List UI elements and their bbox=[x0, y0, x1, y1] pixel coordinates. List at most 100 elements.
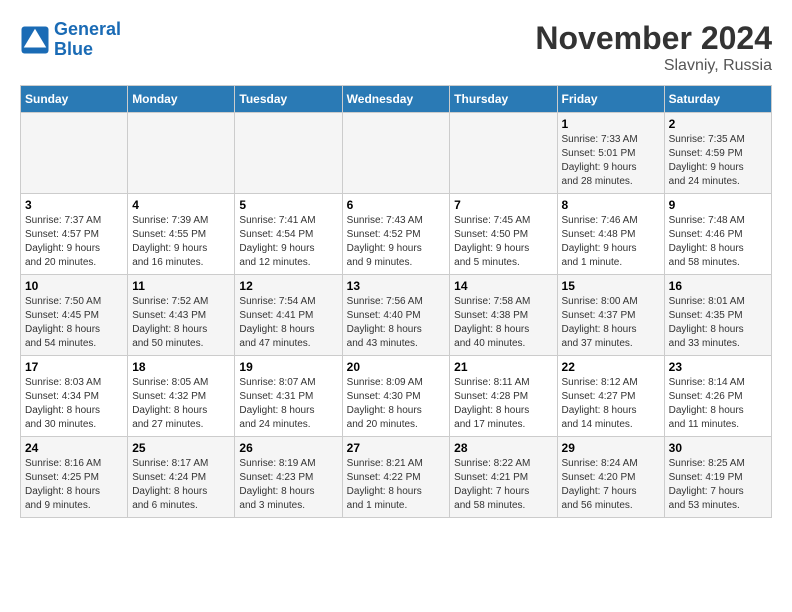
day-number: 3 bbox=[25, 198, 123, 212]
day-info: Sunrise: 7:39 AM Sunset: 4:55 PM Dayligh… bbox=[132, 214, 230, 270]
day-info: Sunrise: 7:45 AM Sunset: 4:50 PM Dayligh… bbox=[454, 214, 552, 270]
title-block: November 2024 Slavniy, Russia bbox=[535, 20, 772, 75]
calendar-cell: 11 Sunrise: 7:52 AM Sunset: 4:43 PM Dayli… bbox=[128, 275, 235, 356]
logo: General Blue bbox=[20, 20, 121, 60]
day-info: Sunrise: 8:01 AM Sunset: 4:35 PM Dayligh… bbox=[669, 295, 767, 351]
calendar-header: SundayMondayTuesdayWednesdayThursdayFrid… bbox=[21, 86, 772, 113]
calendar-cell: 21 Sunrise: 8:11 AM Sunset: 4:28 PM Dayli… bbox=[450, 356, 557, 437]
weekday-header-monday: Monday bbox=[128, 86, 235, 113]
day-info: Sunrise: 7:43 AM Sunset: 4:52 PM Dayligh… bbox=[347, 214, 446, 270]
weekday-header-tuesday: Tuesday bbox=[235, 86, 342, 113]
day-info: Sunrise: 7:52 AM Sunset: 4:43 PM Dayligh… bbox=[132, 295, 230, 351]
location: Slavniy, Russia bbox=[535, 57, 772, 75]
calendar-cell: 27 Sunrise: 8:21 AM Sunset: 4:22 PM Dayli… bbox=[342, 437, 450, 518]
weekday-header-sunday: Sunday bbox=[21, 86, 128, 113]
day-number: 2 bbox=[669, 117, 767, 131]
calendar-cell: 17Sunrise: 8:03 AM Sunset: 4:34 PM Dayli… bbox=[21, 356, 128, 437]
weekday-header-row: SundayMondayTuesdayWednesdayThursdayFrid… bbox=[21, 86, 772, 113]
day-info: Sunrise: 7:37 AM Sunset: 4:57 PM Dayligh… bbox=[25, 214, 123, 270]
day-info: Sunrise: 8:22 AM Sunset: 4:21 PM Dayligh… bbox=[454, 457, 552, 513]
day-number: 8 bbox=[562, 198, 660, 212]
day-info: Sunrise: 8:16 AM Sunset: 4:25 PM Dayligh… bbox=[25, 457, 123, 513]
calendar-cell: 25Sunrise: 8:17 AM Sunset: 4:24 PM Dayli… bbox=[128, 437, 235, 518]
calendar-cell bbox=[450, 113, 557, 194]
day-info: Sunrise: 8:19 AM Sunset: 4:23 PM Dayligh… bbox=[239, 457, 337, 513]
calendar-cell: 12 Sunrise: 7:54 AM Sunset: 4:41 PM Dayli… bbox=[235, 275, 342, 356]
day-info: Sunrise: 7:33 AM Sunset: 5:01 PM Dayligh… bbox=[562, 133, 660, 189]
calendar-cell: 7Sunrise: 7:45 AM Sunset: 4:50 PM Daylig… bbox=[450, 194, 557, 275]
calendar-cell: 28 Sunrise: 8:22 AM Sunset: 4:21 PM Dayli… bbox=[450, 437, 557, 518]
calendar-cell: 24 Sunrise: 8:16 AM Sunset: 4:25 PM Dayli… bbox=[21, 437, 128, 518]
calendar-week-1: 1 Sunrise: 7:33 AM Sunset: 5:01 PM Daylig… bbox=[21, 113, 772, 194]
logo-line2: Blue bbox=[54, 39, 93, 59]
calendar-cell: 29 Sunrise: 8:24 AM Sunset: 4:20 PM Dayli… bbox=[557, 437, 664, 518]
day-info: Sunrise: 8:25 AM Sunset: 4:19 PM Dayligh… bbox=[669, 457, 767, 513]
day-number: 25 bbox=[132, 441, 230, 455]
day-number: 4 bbox=[132, 198, 230, 212]
day-number: 22 bbox=[562, 360, 660, 374]
calendar-week-4: 17Sunrise: 8:03 AM Sunset: 4:34 PM Dayli… bbox=[21, 356, 772, 437]
calendar-cell: 4 Sunrise: 7:39 AM Sunset: 4:55 PM Daylig… bbox=[128, 194, 235, 275]
weekday-header-friday: Friday bbox=[557, 86, 664, 113]
calendar-cell: 3 Sunrise: 7:37 AM Sunset: 4:57 PM Daylig… bbox=[21, 194, 128, 275]
day-info: Sunrise: 7:56 AM Sunset: 4:40 PM Dayligh… bbox=[347, 295, 446, 351]
weekday-header-wednesday: Wednesday bbox=[342, 86, 450, 113]
calendar-table: SundayMondayTuesdayWednesdayThursdayFrid… bbox=[20, 85, 772, 518]
day-info: Sunrise: 8:07 AM Sunset: 4:31 PM Dayligh… bbox=[239, 376, 337, 432]
logo-line1: General bbox=[54, 19, 121, 39]
day-number: 13 bbox=[347, 279, 446, 293]
day-number: 15 bbox=[562, 279, 660, 293]
calendar-cell bbox=[342, 113, 450, 194]
calendar-cell: 2 Sunrise: 7:35 AM Sunset: 4:59 PM Daylig… bbox=[664, 113, 771, 194]
day-info: Sunrise: 7:35 AM Sunset: 4:59 PM Dayligh… bbox=[669, 133, 767, 189]
calendar-week-3: 10Sunrise: 7:50 AM Sunset: 4:45 PM Dayli… bbox=[21, 275, 772, 356]
logo-icon bbox=[20, 25, 50, 55]
day-info: Sunrise: 7:48 AM Sunset: 4:46 PM Dayligh… bbox=[669, 214, 767, 270]
weekday-header-saturday: Saturday bbox=[664, 86, 771, 113]
calendar-cell: 23 Sunrise: 8:14 AM Sunset: 4:26 PM Dayli… bbox=[664, 356, 771, 437]
calendar-cell: 16Sunrise: 8:01 AM Sunset: 4:35 PM Dayli… bbox=[664, 275, 771, 356]
calendar-cell: 5 Sunrise: 7:41 AM Sunset: 4:54 PM Daylig… bbox=[235, 194, 342, 275]
day-number: 1 bbox=[562, 117, 660, 131]
day-info: Sunrise: 7:58 AM Sunset: 4:38 PM Dayligh… bbox=[454, 295, 552, 351]
day-number: 27 bbox=[347, 441, 446, 455]
calendar-week-5: 24 Sunrise: 8:16 AM Sunset: 4:25 PM Dayli… bbox=[21, 437, 772, 518]
calendar-week-2: 3 Sunrise: 7:37 AM Sunset: 4:57 PM Daylig… bbox=[21, 194, 772, 275]
day-info: Sunrise: 8:09 AM Sunset: 4:30 PM Dayligh… bbox=[347, 376, 446, 432]
logo-text: General Blue bbox=[54, 20, 121, 60]
day-number: 6 bbox=[347, 198, 446, 212]
page-header: General Blue November 2024 Slavniy, Russ… bbox=[20, 20, 772, 75]
day-number: 9 bbox=[669, 198, 767, 212]
calendar-cell: 10Sunrise: 7:50 AM Sunset: 4:45 PM Dayli… bbox=[21, 275, 128, 356]
day-info: Sunrise: 8:21 AM Sunset: 4:22 PM Dayligh… bbox=[347, 457, 446, 513]
day-info: Sunrise: 8:24 AM Sunset: 4:20 PM Dayligh… bbox=[562, 457, 660, 513]
day-number: 10 bbox=[25, 279, 123, 293]
day-number: 19 bbox=[239, 360, 337, 374]
day-info: Sunrise: 8:14 AM Sunset: 4:26 PM Dayligh… bbox=[669, 376, 767, 432]
calendar-body: 1 Sunrise: 7:33 AM Sunset: 5:01 PM Daylig… bbox=[21, 113, 772, 518]
day-number: 5 bbox=[239, 198, 337, 212]
day-number: 28 bbox=[454, 441, 552, 455]
calendar-cell bbox=[235, 113, 342, 194]
calendar-cell: 8 Sunrise: 7:46 AM Sunset: 4:48 PM Daylig… bbox=[557, 194, 664, 275]
day-number: 11 bbox=[132, 279, 230, 293]
day-number: 12 bbox=[239, 279, 337, 293]
day-number: 24 bbox=[25, 441, 123, 455]
day-info: Sunrise: 8:11 AM Sunset: 4:28 PM Dayligh… bbox=[454, 376, 552, 432]
day-number: 21 bbox=[454, 360, 552, 374]
calendar-cell: 9 Sunrise: 7:48 AM Sunset: 4:46 PM Daylig… bbox=[664, 194, 771, 275]
day-info: Sunrise: 7:54 AM Sunset: 4:41 PM Dayligh… bbox=[239, 295, 337, 351]
day-number: 23 bbox=[669, 360, 767, 374]
day-number: 17 bbox=[25, 360, 123, 374]
calendar-cell: 30 Sunrise: 8:25 AM Sunset: 4:19 PM Dayli… bbox=[664, 437, 771, 518]
day-info: Sunrise: 7:41 AM Sunset: 4:54 PM Dayligh… bbox=[239, 214, 337, 270]
calendar-cell: 26Sunrise: 8:19 AM Sunset: 4:23 PM Dayli… bbox=[235, 437, 342, 518]
calendar-cell: 18Sunrise: 8:05 AM Sunset: 4:32 PM Dayli… bbox=[128, 356, 235, 437]
day-info: Sunrise: 7:46 AM Sunset: 4:48 PM Dayligh… bbox=[562, 214, 660, 270]
weekday-header-thursday: Thursday bbox=[450, 86, 557, 113]
day-number: 29 bbox=[562, 441, 660, 455]
calendar-cell bbox=[128, 113, 235, 194]
day-info: Sunrise: 8:12 AM Sunset: 4:27 PM Dayligh… bbox=[562, 376, 660, 432]
day-number: 30 bbox=[669, 441, 767, 455]
day-number: 18 bbox=[132, 360, 230, 374]
